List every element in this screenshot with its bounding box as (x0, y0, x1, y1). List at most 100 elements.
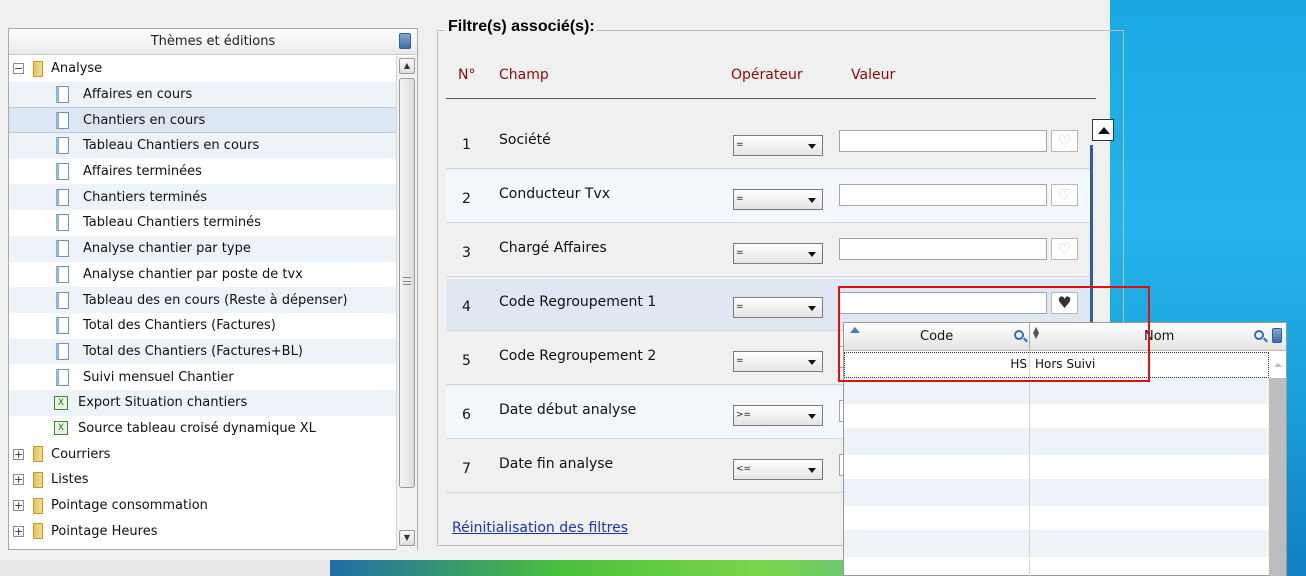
operator-value: = (736, 194, 744, 204)
scroll-thumb[interactable] (399, 78, 415, 488)
heart-icon: ♡ (1057, 186, 1072, 204)
tree-item[interactable]: + Pointage Heures (9, 518, 396, 544)
operator-select[interactable]: >= (733, 405, 823, 426)
filter-row-label: Date fin analyse (499, 456, 614, 472)
grid-scrollbar[interactable] (1269, 352, 1286, 576)
tree-item[interactable]: Chantiers en cours (9, 107, 396, 134)
tree-item[interactable]: Suivi mensuel Chantier (9, 364, 396, 390)
filter-row-number: 1 (462, 137, 471, 153)
chevron-down-icon (808, 144, 816, 149)
filter-row: 3 Chargé Affaires = ♡ (446, 225, 1091, 277)
filter-row-label: Code Regroupement 2 (499, 348, 657, 364)
operator-value: = (736, 248, 744, 258)
tree-item-label: Export Situation chantiers (78, 395, 248, 411)
search-icon[interactable] (1254, 330, 1264, 340)
tree-item[interactable]: Tableau des en cours (Reste à dépenser) (9, 287, 396, 313)
tree-list: − Analyse Affaires en cours Chantiers en co… (9, 56, 396, 550)
chevron-down-icon (808, 360, 816, 365)
expand-icon[interactable]: + (13, 448, 24, 460)
expand-icon[interactable]: + (13, 525, 24, 537)
lookup-button[interactable]: ♡ (1051, 238, 1078, 260)
tree-item[interactable]: X Export Situation chantiers (9, 389, 396, 416)
tree-item-label: Listes (51, 472, 89, 488)
tree-item[interactable]: − Analyse (9, 56, 396, 82)
filter-row-number: 3 (462, 245, 471, 261)
filter-row: 2 Conducteur Tvx = ♡ (446, 171, 1091, 223)
tree-item-label: Tableau Chantiers terminés (83, 215, 261, 231)
grid-empty-row (844, 506, 1269, 531)
tree-item[interactable]: X Source tableau croisé dynamique XL (9, 416, 396, 442)
filter-row-number: 2 (462, 191, 471, 207)
document-icon (56, 86, 69, 104)
filter-row-number: 7 (462, 461, 471, 477)
tree-item-label: Pointage Heures (51, 523, 158, 539)
folder-icon (33, 497, 43, 514)
filter-row-number: 5 (462, 353, 471, 369)
grid-scroll-up-button[interactable] (1269, 352, 1286, 378)
tree-item[interactable]: Tableau Chantiers terminés (9, 210, 396, 236)
tree-item[interactable]: Total des Chantiers (Factures) (9, 313, 396, 339)
tree-item[interactable]: Affaires terminées (9, 159, 396, 185)
tree-item[interactable]: Affaires en cours (9, 81, 396, 108)
value-input[interactable] (839, 130, 1047, 152)
tree-item[interactable]: Analyse chantier par poste de tvx (9, 262, 396, 288)
operator-select[interactable]: = (733, 189, 823, 210)
filter-row-label: Code Regroupement 1 (499, 294, 657, 310)
expand-icon[interactable]: + (13, 500, 24, 512)
document-icon (56, 317, 69, 335)
tree-item-label: Pointage consommation (51, 498, 208, 514)
expand-icon[interactable]: + (13, 474, 24, 486)
column-chooser-icon[interactable] (399, 33, 411, 49)
scroll-up-button[interactable]: ▲ (399, 58, 415, 74)
lookup-button[interactable]: ♡ (1051, 184, 1078, 206)
operator-value: >= (736, 410, 752, 420)
tree-item-label: Affaires en cours (83, 87, 193, 103)
column-header-num: N° (458, 67, 476, 83)
column-header-champ: Champ (499, 67, 549, 83)
filter-row-label: Chargé Affaires (499, 240, 607, 256)
document-icon (56, 291, 69, 309)
operator-select[interactable]: = (733, 351, 823, 372)
folder-icon (33, 523, 43, 540)
operator-select[interactable]: = (733, 135, 823, 156)
document-icon (56, 265, 69, 283)
tree-item-label: Analyse chantier par poste de tvx (83, 266, 303, 282)
operator-value: = (736, 356, 744, 366)
collapse-icon[interactable]: − (13, 63, 24, 75)
operator-select[interactable]: = (733, 243, 823, 264)
filter-row-number: 6 (462, 407, 471, 423)
value-input[interactable] (839, 184, 1047, 206)
chevron-down-icon (808, 252, 816, 257)
grid-empty-row (844, 404, 1269, 429)
tree-item[interactable]: + Courriers (9, 441, 396, 467)
tree-item[interactable]: Chantiers terminés (9, 184, 396, 211)
filters-scroll-up-button[interactable] (1092, 119, 1114, 141)
column-chooser-icon[interactable] (1272, 328, 1282, 343)
folder-icon (33, 471, 43, 488)
lookup-button[interactable]: ♡ (1051, 130, 1078, 152)
tree-header-title: Thèmes et éditions (150, 34, 276, 49)
tree-item[interactable]: Total des Chantiers (Factures+BL) (9, 338, 396, 365)
chevron-down-icon (808, 468, 816, 473)
tree-scrollbar[interactable]: ▲ ▼ (396, 56, 417, 550)
tree-header: Thèmes et éditions (9, 29, 417, 55)
tree-item[interactable]: + Pointage consommation (9, 493, 396, 519)
operator-select[interactable]: = (733, 297, 823, 318)
filter-row-label: Société (499, 132, 551, 148)
scroll-down-button[interactable]: ▼ (399, 530, 415, 546)
tree-item-label: Source tableau croisé dynamique XL (78, 420, 316, 436)
tree-item-label: Total des Chantiers (Factures+BL) (83, 343, 303, 359)
document-icon (56, 188, 69, 206)
tree-item-label: Total des Chantiers (Factures) (83, 318, 276, 334)
document-icon (56, 137, 69, 155)
tree-item[interactable]: Tableau Chantiers en cours (9, 133, 396, 159)
folder-icon (33, 60, 43, 77)
tree-item[interactable]: + Listes (9, 467, 396, 493)
reset-filters-link[interactable]: Réinitialisation des filtres (452, 520, 628, 536)
tree-item[interactable]: Analyse chantier par type (9, 235, 396, 262)
grid-empty-row (844, 557, 1269, 576)
tree-item-label: Chantiers terminés (83, 189, 207, 205)
themes-tree-panel: Thèmes et éditions − Analyse Affaires en c… (8, 28, 418, 550)
operator-select[interactable]: <= (733, 459, 823, 480)
value-input[interactable] (839, 238, 1047, 260)
